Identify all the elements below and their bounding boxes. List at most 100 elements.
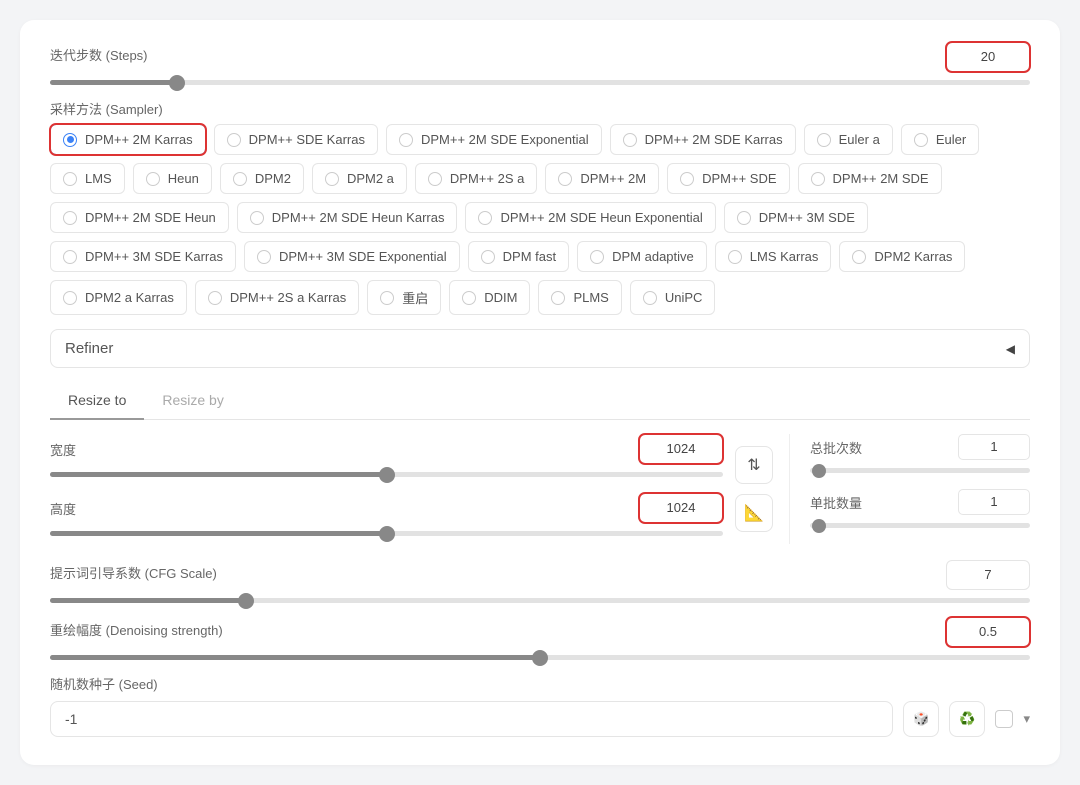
radio-icon (325, 172, 339, 186)
batch-size-slider[interactable] (810, 523, 1030, 528)
tab-resize-by[interactable]: Resize by (144, 382, 241, 419)
sampler-option-label: DPM++ 2M (580, 171, 646, 186)
sampler-option-label: DPM2 a (347, 171, 394, 186)
seed-random-button[interactable]: 🎲 (903, 701, 939, 737)
radio-icon (250, 211, 264, 225)
sampler-option-label: DPM++ 2M Karras (85, 132, 193, 147)
radio-icon (817, 133, 831, 147)
batch-count-value[interactable]: 1 (958, 434, 1030, 460)
seed-reuse-button[interactable]: ♻️ (949, 701, 985, 737)
tab-resize-to[interactable]: Resize to (50, 382, 144, 420)
denoise-slider[interactable] (50, 655, 1030, 660)
sampler-option[interactable]: DPM++ 2M Karras (50, 124, 206, 155)
radio-icon (146, 172, 160, 186)
sampler-option[interactable]: DPM2 Karras (839, 241, 965, 272)
sampler-option[interactable]: DPM++ 2M SDE Heun Karras (237, 202, 458, 233)
sampler-label: 采样方法 (Sampler) (50, 99, 1030, 118)
collapse-icon: ◀ (1006, 342, 1015, 356)
sampler-option-label: DDIM (484, 290, 517, 305)
radio-icon (63, 133, 77, 147)
steps-label: 迭代步数 (Steps) (50, 45, 148, 64)
sampler-option[interactable]: DPM++ 2S a Karras (195, 280, 359, 315)
sampler-option[interactable]: DPM++ 2M SDE Heun (50, 202, 229, 233)
cfg-value-input[interactable]: 7 (946, 560, 1030, 590)
sampler-option[interactable]: DPM++ SDE (667, 163, 789, 194)
sampler-option[interactable]: DPM++ 2S a (415, 163, 537, 194)
radio-icon (811, 172, 825, 186)
radio-icon (63, 250, 77, 264)
sampler-option-label: DPM++ 2M SDE Karras (645, 132, 783, 147)
sampler-option-label: DPM++ 2M SDE Heun Exponential (500, 210, 702, 225)
sampler-option[interactable]: DPM++ 3M SDE Exponential (244, 241, 460, 272)
sampler-option[interactable]: Euler (901, 124, 979, 155)
sampler-option[interactable]: Euler a (804, 124, 893, 155)
sampler-option-label: DPM++ 2M SDE Heun Karras (272, 210, 445, 225)
seed-extra-checkbox[interactable] (995, 710, 1013, 728)
sampler-option[interactable]: DPM2 a (312, 163, 407, 194)
sampler-options: DPM++ 2M Karras DPM++ SDE Karras DPM++ 2M … (50, 124, 1030, 315)
radio-icon (380, 291, 394, 305)
sampler-option-label: DPM2 a Karras (85, 290, 174, 305)
sampler-option-label: DPM++ SDE Karras (249, 132, 365, 147)
sampler-option[interactable]: PLMS (538, 280, 621, 315)
sampler-option[interactable]: DPM fast (468, 241, 569, 272)
sampler-option[interactable]: DPM adaptive (577, 241, 707, 272)
sampler-option[interactable]: DPM++ SDE Karras (214, 124, 378, 155)
batch-column: 总批次数 1 单批数量 1 (810, 434, 1030, 544)
cfg-field: 提示词引导系数 (CFG Scale) 7 (50, 560, 1030, 603)
ruler-icon: 📐 (744, 503, 764, 523)
sampler-option-label: UniPC (665, 290, 703, 305)
sampler-option[interactable]: UniPC (630, 280, 716, 315)
chevron-down-icon[interactable]: ▾ (1023, 711, 1030, 727)
denoise-label: 重绘幅度 (Denoising strength) (50, 620, 223, 639)
denoise-value-input[interactable]: 0.5 (946, 617, 1030, 647)
refiner-accordion[interactable]: Refiner ◀ (50, 329, 1030, 368)
radio-icon (63, 172, 77, 186)
sampler-option[interactable]: LMS Karras (715, 241, 832, 272)
radio-icon (481, 250, 495, 264)
height-slider[interactable] (50, 531, 723, 536)
swap-dimensions-button[interactable]: ⇅ (735, 446, 773, 484)
width-slider[interactable] (50, 472, 723, 477)
radio-icon (257, 250, 271, 264)
sampler-option-label: DPM++ 2M SDE Heun (85, 210, 216, 225)
sampler-option[interactable]: 重启 (367, 280, 441, 315)
sampler-option[interactable]: Heun (133, 163, 212, 194)
aspect-ruler-button[interactable]: 📐 (735, 494, 773, 532)
cfg-label: 提示词引导系数 (CFG Scale) (50, 563, 217, 582)
swap-icon: ⇅ (747, 455, 760, 475)
sampler-option[interactable]: DPM++ 2M SDE Exponential (386, 124, 602, 155)
resize-panel: 宽度 1024 高度 1024 (50, 434, 1030, 544)
sampler-option-label: LMS (85, 171, 112, 186)
sampler-option[interactable]: DPM++ 2M SDE Karras (610, 124, 796, 155)
sampler-option[interactable]: DDIM (449, 280, 530, 315)
sampler-option[interactable]: DPM++ 2M SDE Heun Exponential (465, 202, 715, 233)
height-value-input[interactable]: 1024 (639, 493, 723, 523)
sampler-option[interactable]: DPM++ 2M SDE (798, 163, 942, 194)
batch-count-slider[interactable] (810, 468, 1030, 473)
cfg-slider[interactable] (50, 598, 1030, 603)
seed-input[interactable] (50, 701, 893, 737)
width-value-input[interactable]: 1024 (639, 434, 723, 464)
steps-field: 迭代步数 (Steps) 20 (50, 42, 1030, 85)
seed-field: 随机数种子 (Seed) 🎲 ♻️ ▾ (50, 674, 1030, 737)
sampler-option[interactable]: DPM2 (220, 163, 304, 194)
sampler-option-label: LMS Karras (750, 249, 819, 264)
batch-size-value[interactable]: 1 (958, 489, 1030, 515)
steps-value-input[interactable]: 20 (946, 42, 1030, 72)
denoise-field: 重绘幅度 (Denoising strength) 0.5 (50, 617, 1030, 660)
sampler-option-label: DPM++ 2S a Karras (230, 290, 346, 305)
sampler-option[interactable]: DPM++ 3M SDE (724, 202, 868, 233)
radio-icon (623, 133, 637, 147)
sampler-option-label: DPM adaptive (612, 249, 694, 264)
sampler-option-label: DPM fast (503, 249, 556, 264)
recycle-icon: ♻️ (959, 711, 975, 727)
radio-icon (852, 250, 866, 264)
sampler-field: 采样方法 (Sampler) DPM++ 2M Karras DPM++ SDE … (50, 99, 1030, 315)
batch-count-label: 总批次数 (810, 438, 862, 457)
sampler-option[interactable]: DPM2 a Karras (50, 280, 187, 315)
sampler-option[interactable]: LMS (50, 163, 125, 194)
sampler-option[interactable]: DPM++ 2M (545, 163, 659, 194)
steps-slider[interactable] (50, 80, 1030, 85)
sampler-option[interactable]: DPM++ 3M SDE Karras (50, 241, 236, 272)
